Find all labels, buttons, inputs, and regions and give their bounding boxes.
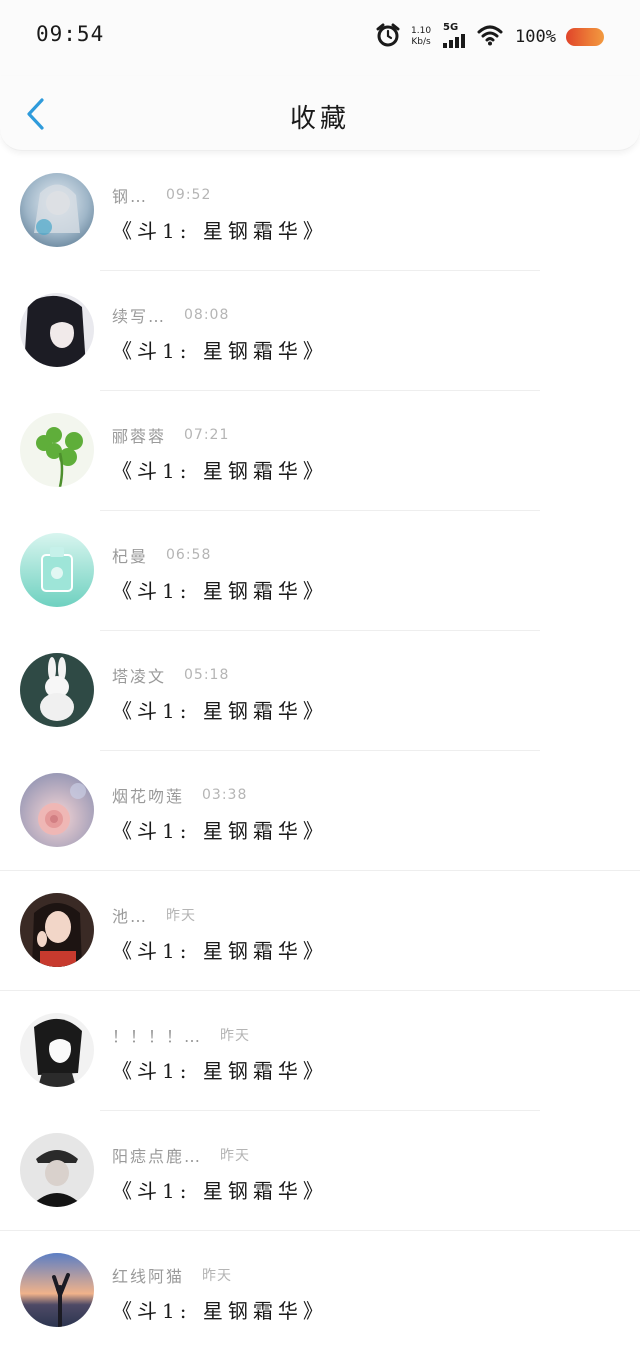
author-name: 红线阿猫	[112, 1267, 185, 1286]
author-name: 池…	[112, 907, 149, 926]
status-time: 09:54	[36, 22, 105, 46]
author-name: 郦蓉蓉	[112, 427, 167, 446]
item-meta: ！！！！… 昨天	[112, 1023, 250, 1047]
list-item[interactable]: 钢… 09:52 《斗1: 星钢霜华》	[0, 151, 640, 271]
signal-group: 5G	[443, 21, 467, 52]
battery-percent: 100%	[515, 27, 556, 47]
item-title: 《斗1: 星钢霜华》	[112, 1059, 328, 1083]
item-time: 昨天	[166, 908, 197, 924]
battery-icon	[566, 28, 604, 46]
item-time: 07:21	[184, 427, 230, 443]
favorites-list: 钢… 09:52 《斗1: 星钢霜华》 续写… 08:08 《斗1: 星钢霜华》	[0, 151, 640, 1351]
list-item[interactable]: ！！！！… 昨天 《斗1: 星钢霜华》	[0, 991, 640, 1111]
network-speed: 1.10 Kb/s	[411, 26, 431, 48]
item-meta: 阳痣点鹿… 昨天	[112, 1143, 250, 1167]
author-name: 杞曼	[112, 547, 149, 566]
item-title: 《斗1: 星钢霜华》	[112, 579, 328, 603]
item-title: 《斗1: 星钢霜华》	[112, 939, 328, 963]
item-meta: 红线阿猫 昨天	[112, 1263, 232, 1287]
avatar	[20, 1133, 94, 1207]
item-meta: 郦蓉蓉 07:21	[112, 423, 229, 447]
avatar	[20, 413, 94, 487]
list-item[interactable]: 续写… 08:08 《斗1: 星钢霜华》	[0, 271, 640, 391]
page-title: 收藏	[289, 104, 350, 134]
item-time: 09:52	[166, 187, 212, 203]
avatar	[20, 1013, 94, 1087]
item-title: 《斗1: 星钢霜华》	[112, 699, 328, 723]
list-item[interactable]: 池… 昨天 《斗1: 星钢霜华》	[0, 871, 640, 991]
item-time: 08:08	[184, 307, 230, 323]
item-time: 06:58	[166, 547, 212, 563]
status-bar: 09:54 1.10 Kb/s 5G 100%	[0, 0, 640, 76]
list-item[interactable]: 烟花吻莲 03:38 《斗1: 星钢霜华》	[0, 751, 640, 871]
item-meta: 钢… 09:52	[112, 183, 211, 207]
item-time: 03:38	[202, 787, 248, 803]
item-meta: 续写… 08:08	[112, 303, 229, 327]
alarm-icon	[375, 22, 401, 52]
avatar	[20, 293, 94, 367]
item-time: 昨天	[220, 1028, 251, 1044]
avatar	[20, 653, 94, 727]
avatar	[20, 173, 94, 247]
avatar	[20, 1253, 94, 1327]
author-name: 钢…	[112, 187, 149, 206]
item-meta: 池… 昨天	[112, 903, 196, 927]
avatar	[20, 773, 94, 847]
author-name: 阳痣点鹿…	[112, 1147, 203, 1166]
author-name: 烟花吻莲	[112, 787, 185, 806]
item-meta: 杞曼 06:58	[112, 543, 211, 567]
avatar	[20, 893, 94, 967]
author-name: 塔凌文	[112, 667, 167, 686]
list-item[interactable]: 郦蓉蓉 07:21 《斗1: 星钢霜华》	[0, 391, 640, 511]
nav-bar: 收藏	[0, 76, 640, 151]
status-icons: 1.10 Kb/s 5G 100%	[375, 20, 604, 54]
author-name: 续写…	[112, 307, 167, 326]
item-time: 昨天	[220, 1148, 251, 1164]
item-title: 《斗1: 星钢霜华》	[112, 1179, 328, 1203]
item-meta: 烟花吻莲 03:38	[112, 783, 247, 807]
item-time: 05:18	[184, 667, 230, 683]
item-title: 《斗1: 星钢霜华》	[112, 219, 328, 243]
signal-bars-icon	[443, 33, 467, 52]
network-speed-unit: Kb/s	[411, 37, 431, 47]
item-title: 《斗1: 星钢霜华》	[112, 819, 328, 843]
list-item[interactable]: 塔凌文 05:18 《斗1: 星钢霜华》	[0, 631, 640, 751]
item-time: 昨天	[202, 1268, 233, 1284]
list-item[interactable]: 红线阿猫 昨天 《斗1: 星钢霜华》	[0, 1231, 640, 1351]
network-type: 5G	[443, 21, 459, 33]
wifi-icon	[477, 24, 503, 50]
item-meta: 塔凌文 05:18	[112, 663, 229, 687]
network-speed-value: 1.10	[411, 26, 432, 36]
item-title: 《斗1: 星钢霜华》	[112, 1299, 328, 1323]
list-item[interactable]: 阳痣点鹿… 昨天 《斗1: 星钢霜华》	[0, 1111, 640, 1231]
list-item[interactable]: 杞曼 06:58 《斗1: 星钢霜华》	[0, 511, 640, 631]
item-title: 《斗1: 星钢霜华》	[112, 459, 328, 483]
author-name: ！！！！…	[112, 1027, 203, 1046]
item-title: 《斗1: 星钢霜华》	[112, 339, 328, 363]
avatar	[20, 533, 94, 607]
